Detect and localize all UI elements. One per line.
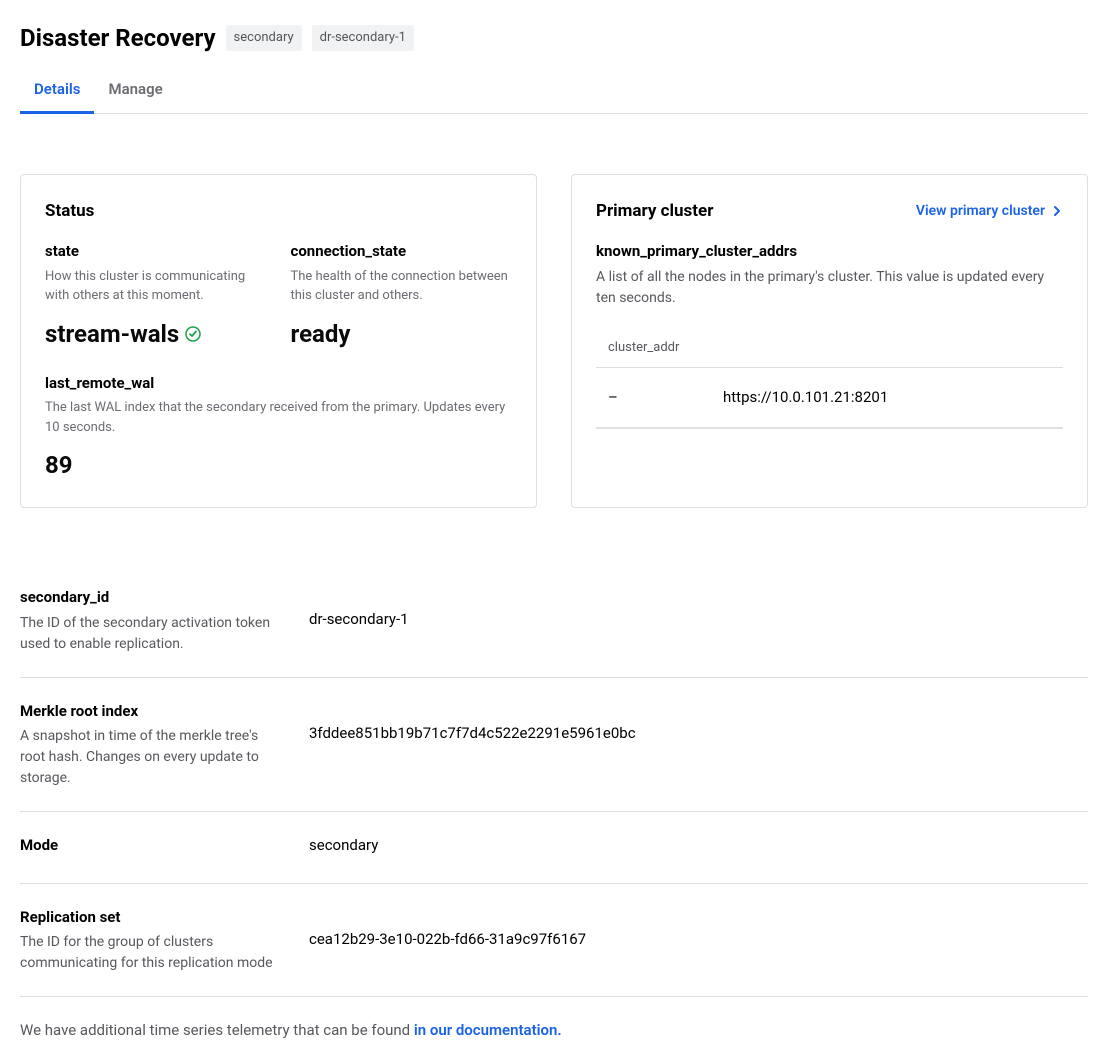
- status-last-wal: last_remote_wal The last WAL index that …: [45, 372, 512, 484]
- known-addrs-label: known_primary_cluster_addrs: [596, 240, 1063, 263]
- details-list: secondary_id The ID of the secondary act…: [20, 564, 1088, 997]
- detail-label: Merkle root index: [20, 700, 285, 723]
- view-primary-cluster-link[interactable]: View primary cluster: [916, 201, 1063, 222]
- table-row: – https://10.0.101.21:8201: [596, 368, 1063, 428]
- status-title: Status: [45, 199, 94, 225]
- detail-value: cea12b29-3e10-022b-fd66-31a9c97f6167: [309, 906, 586, 975]
- badge-secondary: secondary: [226, 25, 302, 51]
- detail-value: secondary: [309, 834, 378, 861]
- connection-label: connection_state: [291, 240, 513, 263]
- detail-label: Mode: [20, 834, 285, 857]
- state-value: stream-wals: [45, 316, 267, 352]
- detail-value: dr-secondary-1: [309, 586, 409, 655]
- status-state: state How this cluster is communicating …: [45, 240, 267, 352]
- tabs: Details Manage: [20, 68, 1088, 114]
- detail-secondary-id: secondary_id The ID of the secondary act…: [20, 564, 1088, 678]
- detail-label: Replication set: [20, 906, 285, 929]
- last-wal-label: last_remote_wal: [45, 372, 512, 395]
- connection-desc: The health of the connection between thi…: [291, 267, 513, 306]
- tab-manage[interactable]: Manage: [94, 68, 176, 114]
- row-dash: –: [608, 386, 723, 409]
- detail-desc: The ID of the secondary activation token…: [20, 613, 285, 655]
- page-header: Disaster Recovery secondary dr-secondary…: [20, 20, 1088, 56]
- cluster-addr-header: cluster_addr: [596, 330, 1063, 369]
- chevron-right-icon: [1051, 205, 1063, 217]
- detail-label: secondary_id: [20, 586, 285, 609]
- connection-value: ready: [291, 316, 513, 352]
- detail-value: 3fddee851bb19b71c7f7d4c522e2291e5961e0bc: [309, 700, 636, 790]
- check-circle-icon: [185, 326, 201, 342]
- detail-desc: The ID for the group of clusters communi…: [20, 932, 285, 974]
- last-wal-value: 89: [45, 447, 512, 483]
- primary-cluster-title: Primary cluster: [596, 199, 713, 225]
- primary-cluster-card: Primary cluster View primary cluster kno…: [571, 174, 1088, 509]
- badge-secondary-id: dr-secondary-1: [312, 25, 414, 51]
- documentation-link[interactable]: in our documentation.: [414, 1021, 562, 1039]
- page-title: Disaster Recovery: [20, 20, 216, 56]
- row-addr: https://10.0.101.21:8201: [723, 386, 888, 409]
- status-connection: connection_state The health of the conne…: [291, 240, 513, 352]
- detail-replication-set: Replication set The ID for the group of …: [20, 884, 1088, 998]
- detail-merkle-root: Merkle root index A snapshot in time of …: [20, 678, 1088, 813]
- tab-details[interactable]: Details: [20, 68, 94, 114]
- footer-note: We have additional time series telemetry…: [20, 1019, 1088, 1042]
- last-wal-desc: The last WAL index that the secondary re…: [45, 398, 512, 437]
- detail-desc: A snapshot in time of the merkle tree's …: [20, 726, 285, 789]
- state-desc: How this cluster is communicating with o…: [45, 267, 267, 306]
- status-card: Status state How this cluster is communi…: [20, 174, 537, 509]
- state-label: state: [45, 240, 267, 263]
- detail-mode: Mode secondary: [20, 812, 1088, 884]
- known-addrs-desc: A list of all the nodes in the primary's…: [596, 267, 1063, 310]
